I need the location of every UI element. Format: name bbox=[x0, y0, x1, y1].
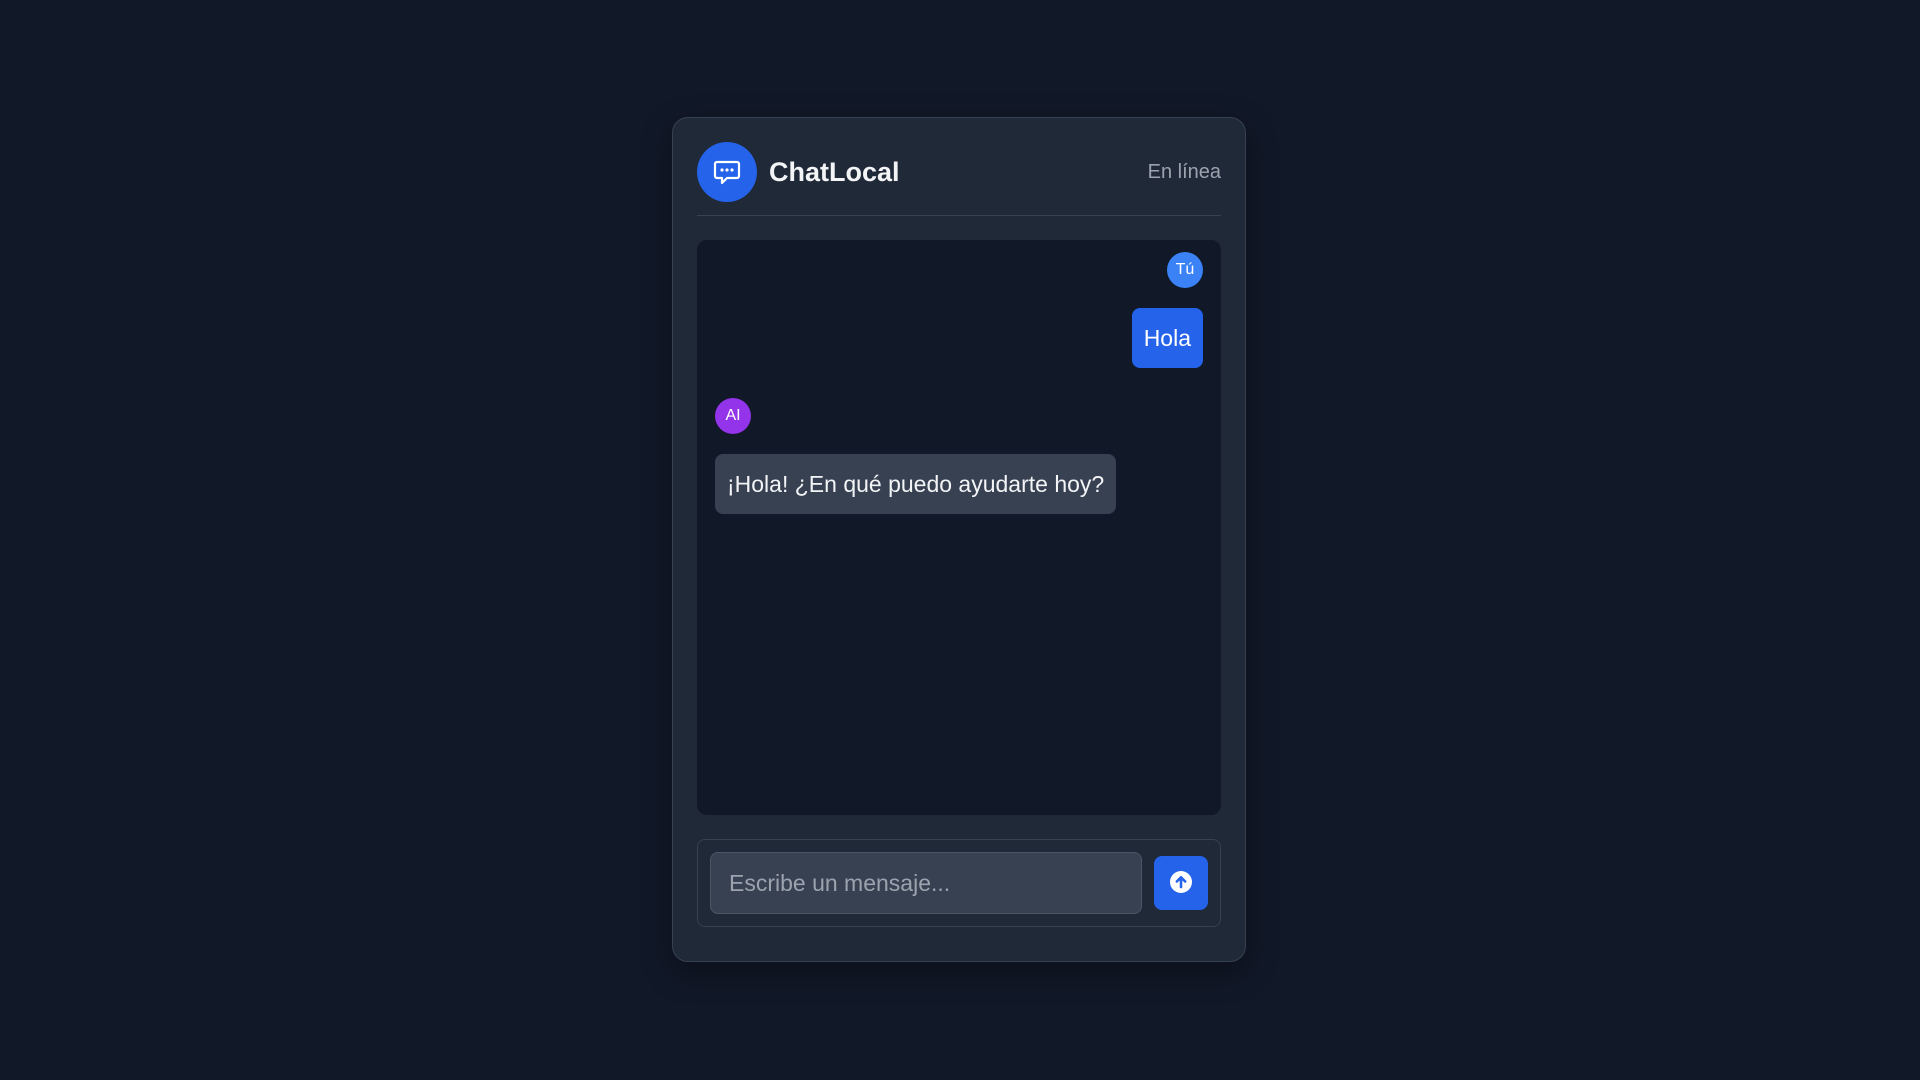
message-list[interactable]: Tú Hola AI ¡Hola! ¿En qué puedo ayudarte… bbox=[697, 240, 1221, 815]
chat-window: ChatLocal En línea Tú Hola AI ¡Hola! ¿En… bbox=[672, 117, 1246, 962]
app-title: ChatLocal bbox=[769, 156, 900, 187]
avatar-ai: AI bbox=[715, 398, 751, 434]
status-text: En línea bbox=[1147, 160, 1221, 183]
avatar-user: Tú bbox=[1167, 252, 1203, 288]
message-input[interactable] bbox=[710, 852, 1142, 914]
message-composer bbox=[697, 839, 1221, 927]
send-button[interactable] bbox=[1154, 856, 1208, 910]
message-user: Tú Hola bbox=[715, 252, 1203, 368]
message-bubble-ai: ¡Hola! ¿En qué puedo ayudarte hoy? bbox=[715, 454, 1117, 514]
brand: ChatLocal bbox=[697, 142, 900, 202]
chat-bubble-icon bbox=[697, 142, 757, 202]
arrow-up-circle-icon bbox=[1168, 869, 1194, 898]
message-bubble-user: Hola bbox=[1131, 308, 1203, 368]
message-ai: AI ¡Hola! ¿En qué puedo ayudarte hoy? bbox=[715, 398, 1203, 514]
chat-header: ChatLocal En línea bbox=[697, 142, 1221, 216]
